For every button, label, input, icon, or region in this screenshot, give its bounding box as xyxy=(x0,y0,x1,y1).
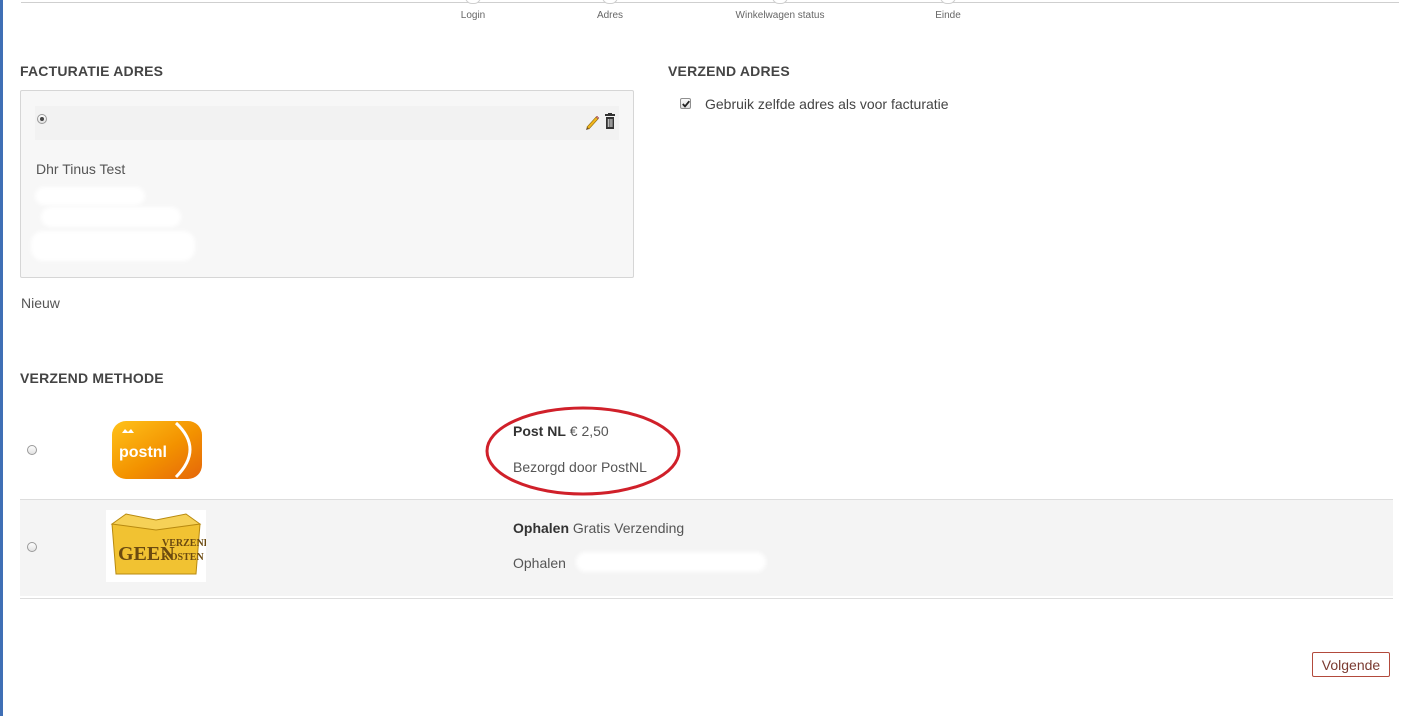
shipping-option-radio[interactable] xyxy=(27,445,37,455)
shipping-option-radio[interactable] xyxy=(27,542,37,552)
billing-address-radio[interactable] xyxy=(37,114,47,124)
shipping-option-divider xyxy=(20,598,1393,599)
shipping-option-postnl[interactable]: postnl Post NL € 2,50 Bezorgd door PostN… xyxy=(20,403,1393,499)
postnl-logo-text: postnl xyxy=(119,444,167,461)
shipping-method-title: VERZEND METHODE xyxy=(20,370,164,386)
shipping-option-price: € 2,50 xyxy=(569,423,609,439)
box-text-verzend: VERZEND xyxy=(162,538,206,549)
shipping-option-price: Gratis Verzending xyxy=(572,520,685,536)
redacted-address-line xyxy=(35,187,145,205)
address-card-header xyxy=(35,106,619,140)
stepper-line xyxy=(21,2,1399,3)
shipping-option-title: Post NL € 2,50 xyxy=(513,423,609,439)
step-label: Winkelwagen status xyxy=(735,10,825,21)
step-label: Login xyxy=(460,10,486,21)
step-adres: Adres xyxy=(550,0,670,21)
shipping-option-name: Ophalen xyxy=(513,520,570,536)
postnl-logo-icon: postnl xyxy=(106,413,206,485)
shipping-option-title: Ophalen Gratis Verzending xyxy=(513,520,684,536)
step-label: Einde xyxy=(935,10,961,21)
step-indicator xyxy=(602,0,618,4)
step-winkelwagen-status: Winkelwagen status xyxy=(720,0,840,21)
next-button[interactable]: Volgende xyxy=(1312,652,1390,677)
billing-address-title: FACTURATIE ADRES xyxy=(20,63,164,79)
step-login: Login xyxy=(413,0,533,21)
billing-address-name: Dhr Tinus Test xyxy=(36,161,126,177)
checkout-page: Login Adres Winkelwagen status Einde FAC… xyxy=(0,0,1410,716)
redacted-address-line xyxy=(31,231,195,261)
same-as-billing-label: Gebruik zelfde adres als voor facturatie xyxy=(705,96,949,112)
box-text-kosten: KOSTEN xyxy=(162,552,204,563)
redacted-address-line xyxy=(41,207,181,227)
shipping-option-description: Bezorgd door PostNL xyxy=(513,459,647,475)
step-indicator xyxy=(465,0,481,4)
shipping-option-description: Ophalen xyxy=(513,555,566,571)
shipping-address-title: VERZEND ADRES xyxy=(668,63,790,79)
shipping-option-ophalen[interactable]: GEEN VERZEND KOSTEN Ophalen Gratis Verze… xyxy=(20,500,1393,596)
step-indicator xyxy=(772,0,788,4)
edit-pencil-icon[interactable] xyxy=(584,113,600,131)
billing-address-card: Dhr Tinus Test xyxy=(20,90,634,278)
shipping-option-name: Post NL xyxy=(513,423,566,439)
redacted-pickup-address xyxy=(576,552,766,572)
same-as-billing-checkbox[interactable] xyxy=(680,98,691,109)
step-label: Adres xyxy=(596,10,624,21)
new-address-link[interactable]: Nieuw xyxy=(21,295,60,311)
geen-verzendkosten-box-icon: GEEN VERZEND KOSTEN xyxy=(106,510,211,582)
step-einde: Einde xyxy=(888,0,1008,21)
step-indicator xyxy=(940,0,956,4)
checkout-stepper: Login Adres Winkelwagen status Einde xyxy=(21,0,1399,30)
delete-trash-icon[interactable] xyxy=(603,113,619,131)
